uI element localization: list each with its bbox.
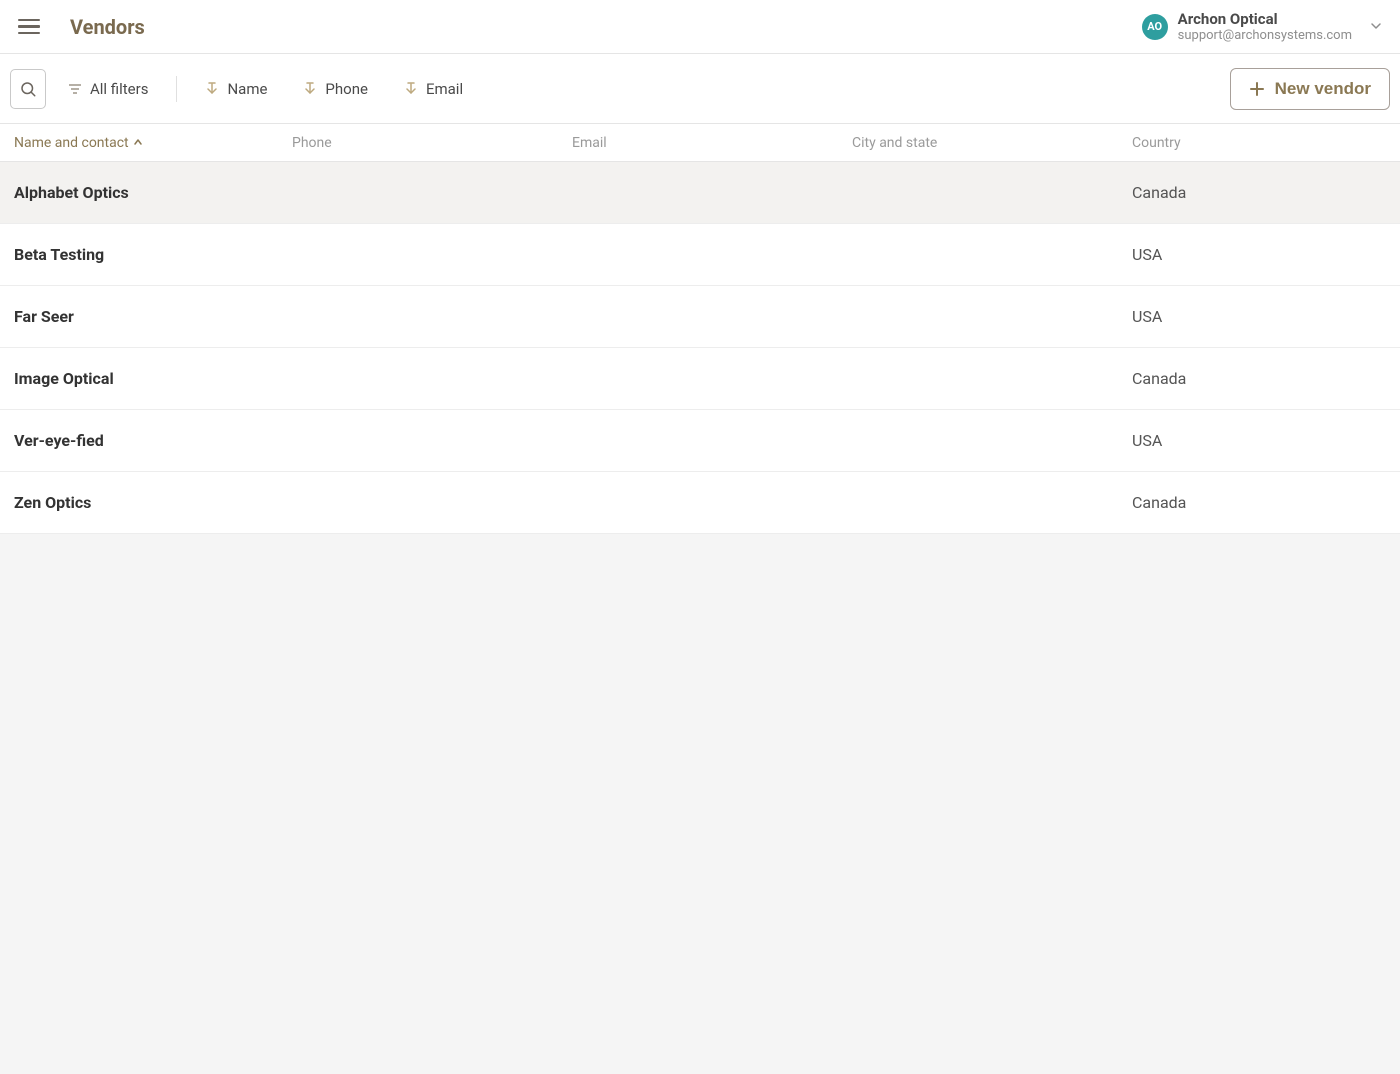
toolbar-left: All filters Name Phone Email	[10, 69, 477, 109]
cell-name: Alphabet Optics	[14, 183, 292, 202]
table-row[interactable]: Beta Testing USA	[0, 224, 1400, 286]
sort-asc-icon	[133, 135, 143, 151]
all-filters-label: All filters	[90, 80, 148, 98]
account-email: support@archonsystems.com	[1178, 28, 1352, 44]
column-phone-label: Phone	[292, 135, 332, 151]
filter-name[interactable]: Name	[191, 72, 281, 106]
column-country[interactable]: Country	[1132, 135, 1386, 151]
toolbar: All filters Name Phone Email New vendor	[0, 54, 1400, 124]
cell-country: Canada	[1132, 183, 1386, 202]
avatar: AO	[1142, 14, 1168, 40]
table-body: Alphabet OpticsCanadaBeta TestingUSAFar …	[0, 162, 1400, 534]
new-vendor-button[interactable]: New vendor	[1230, 68, 1390, 110]
account-name: Archon Optical	[1178, 10, 1352, 28]
toolbar-divider	[176, 76, 177, 102]
cell-country: Canada	[1132, 493, 1386, 512]
filter-arrow-icon	[404, 80, 418, 98]
column-city[interactable]: City and state	[852, 135, 1132, 151]
table-row[interactable]: Far Seer USA	[0, 286, 1400, 348]
filter-lines-icon	[68, 82, 82, 96]
filter-email-label: Email	[426, 80, 463, 98]
search-button[interactable]	[10, 69, 46, 109]
chevron-down-icon	[1370, 17, 1382, 36]
page-title: Vendors	[70, 15, 145, 39]
column-country-label: Country	[1132, 135, 1181, 151]
app-header: Vendors AO Archon Optical support@archon…	[0, 0, 1400, 54]
column-email-label: Email	[572, 135, 607, 151]
cell-name: Zen Optics	[14, 493, 292, 512]
account-text: Archon Optical support@archonsystems.com	[1178, 10, 1352, 44]
column-name[interactable]: Name and contact	[14, 135, 292, 151]
cell-country: USA	[1132, 245, 1386, 264]
cell-name: Ver-eye-fied	[14, 431, 292, 450]
table-row[interactable]: Zen Optics Canada	[0, 472, 1400, 534]
table-row[interactable]: Image Optical Canada	[0, 348, 1400, 410]
account-menu[interactable]: AO Archon Optical support@archonsystems.…	[1142, 10, 1382, 44]
table-row[interactable]: Ver-eye-fied USA	[0, 410, 1400, 472]
filter-arrow-icon	[303, 80, 317, 98]
cell-country: USA	[1132, 431, 1386, 450]
column-email[interactable]: Email	[572, 135, 852, 151]
menu-button[interactable]	[18, 15, 42, 39]
cell-name: Far Seer	[14, 307, 292, 326]
column-name-label: Name and contact	[14, 135, 129, 151]
all-filters-button[interactable]: All filters	[54, 72, 162, 106]
filter-email[interactable]: Email	[390, 72, 477, 106]
filter-arrow-icon	[205, 80, 219, 98]
column-phone[interactable]: Phone	[292, 135, 572, 151]
table-header: Name and contact Phone Email City and st…	[0, 124, 1400, 162]
header-left: Vendors	[18, 15, 145, 39]
table-row[interactable]: Alphabet Optics Canada	[0, 162, 1400, 224]
cell-country: USA	[1132, 307, 1386, 326]
new-vendor-label: New vendor	[1275, 79, 1371, 99]
filter-phone[interactable]: Phone	[289, 72, 382, 106]
column-city-label: City and state	[852, 135, 937, 151]
filter-phone-label: Phone	[325, 80, 368, 98]
cell-country: Canada	[1132, 369, 1386, 388]
filter-name-label: Name	[227, 80, 267, 98]
cell-name: Beta Testing	[14, 245, 292, 264]
cell-name: Image Optical	[14, 369, 292, 388]
